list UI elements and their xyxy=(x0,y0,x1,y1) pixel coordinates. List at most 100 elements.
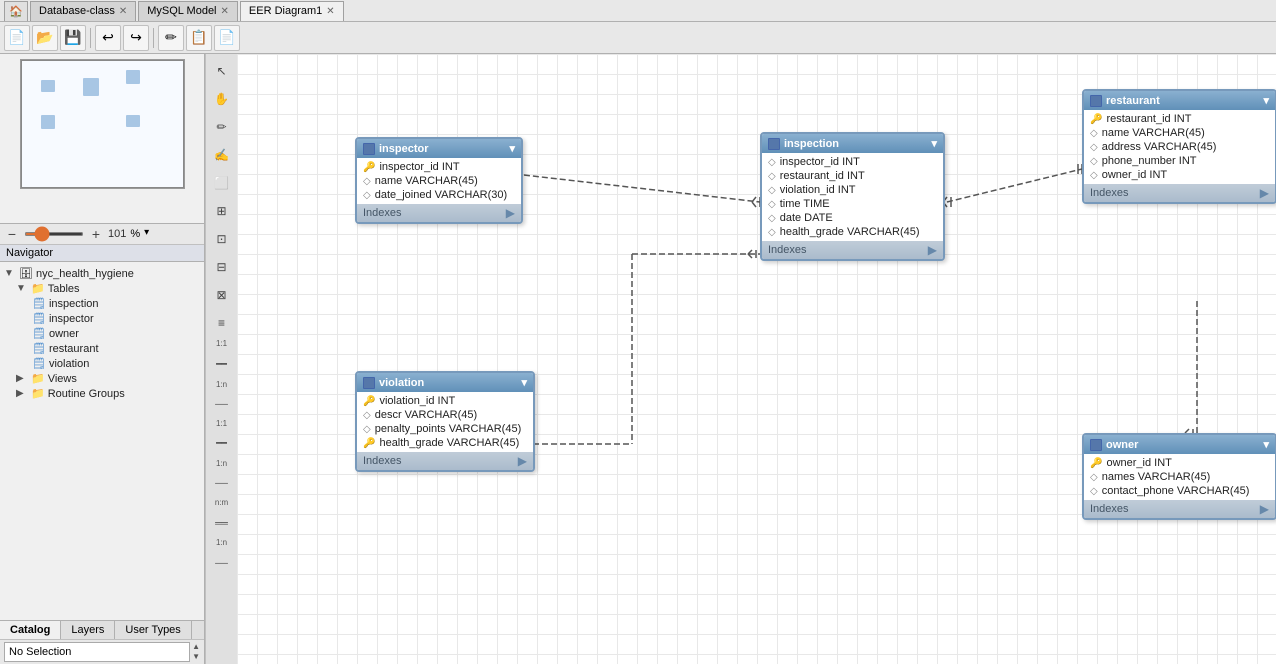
tab-mysql-model[interactable]: MySQL Model ✕ xyxy=(138,1,238,21)
table-footer-owner[interactable]: Indexes ▶ xyxy=(1084,500,1275,518)
tab-user-types[interactable]: User Types xyxy=(115,621,191,639)
tool-rel-1-1[interactable]: ━━ xyxy=(209,352,235,378)
tab-close-database-class[interactable]: ✕ xyxy=(119,6,127,17)
tree-toggle-tables[interactable]: ▼ xyxy=(16,283,28,295)
zoom-in-button[interactable]: + xyxy=(88,226,104,242)
table-violation[interactable]: violation ▾ 🔑 violation_id INT ◇ descr V… xyxy=(355,371,535,472)
footer-arrow-inspection[interactable]: ▶ xyxy=(928,243,937,257)
zoom-slider[interactable] xyxy=(24,232,84,236)
field-restaurant-phone: ◇ phone_number INT xyxy=(1084,154,1275,168)
footer-arrow-restaurant[interactable]: ▶ xyxy=(1260,186,1269,200)
tree-toggle-views[interactable]: ▶ xyxy=(16,373,28,385)
footer-label-owner: Indexes xyxy=(1090,503,1129,515)
table-footer-violation[interactable]: Indexes ▶ xyxy=(357,452,533,470)
navigator-preview xyxy=(20,59,185,189)
table-footer-restaurant[interactable]: Indexes ▶ xyxy=(1084,184,1275,202)
tool-image[interactable]: ≡ xyxy=(209,310,235,336)
rel-label-1-1-a: 1:1 xyxy=(216,338,227,350)
tool-view[interactable]: ⊞ xyxy=(209,198,235,224)
table-title-inspector: inspector xyxy=(379,143,429,155)
table-menu-inspector[interactable]: ▾ xyxy=(509,142,515,155)
tree-tables-folder[interactable]: ▼ 📁 Tables xyxy=(16,281,200,296)
table-owner[interactable]: owner ▾ 🔑 owner_id INT ◇ names VARCHAR(4… xyxy=(1082,433,1276,520)
tree-toggle-root[interactable]: ▼ xyxy=(4,268,16,280)
tree-toggle-routines[interactable]: ▶ xyxy=(16,388,28,400)
rel-label-1-1-b: 1:1 xyxy=(216,419,227,429)
table-body-owner: 🔑 owner_id INT ◇ names VARCHAR(45) ◇ con… xyxy=(1084,454,1275,500)
table-inspection[interactable]: inspection ▾ ◇ inspector_id INT ◇ restau… xyxy=(760,132,945,261)
tool-rel-1-n-b[interactable]: ── xyxy=(209,470,235,496)
tool-note[interactable]: ⊠ xyxy=(209,282,235,308)
tool-rel-n-m[interactable]: ══ xyxy=(209,510,235,536)
table-menu-inspection[interactable]: ▾ xyxy=(931,137,937,150)
tree-root[interactable]: ▼ 🗄 nyc_health_hygiene xyxy=(4,266,200,281)
redo-button[interactable]: ↪ xyxy=(123,25,149,51)
tab-eer-diagram[interactable]: EER Diagram1 ✕ xyxy=(240,1,344,21)
selection-input[interactable] xyxy=(4,642,190,662)
tool-table[interactable]: ⬜ xyxy=(209,170,235,196)
sel-arrow-down[interactable]: ▼ xyxy=(192,652,200,662)
diamond-icon-insp-inspector-id: ◇ xyxy=(768,157,776,168)
footer-arrow-violation[interactable]: ▶ xyxy=(518,454,527,468)
rel-label-n-m: n:m xyxy=(215,498,228,508)
key-icon-restaurant-id: 🔑 xyxy=(1090,114,1102,125)
tree-item-owner[interactable]: 🗒 owner xyxy=(32,326,200,341)
save-button[interactable]: 💾 xyxy=(60,25,86,51)
tree-views-folder[interactable]: ▶ 📁 Views xyxy=(16,371,200,386)
field-name-insp-inspector-id: inspector_id INT xyxy=(780,156,860,168)
tree-label-inspection: inspection xyxy=(49,298,99,310)
edit-button[interactable]: ✏ xyxy=(158,25,184,51)
tool-rel-1-1-b[interactable]: ━━ xyxy=(209,431,235,457)
zoom-unit: % xyxy=(130,228,140,240)
tab-layers[interactable]: Layers xyxy=(61,621,115,639)
tool-select[interactable]: ↖ xyxy=(209,58,235,84)
field-name-owner-id: owner_id INT xyxy=(1106,457,1171,469)
tree-item-inspection[interactable]: 🗒 inspection xyxy=(32,296,200,311)
rel-label-1-n-b: 1:n xyxy=(216,459,227,469)
tree-item-inspector[interactable]: 🗒 inspector xyxy=(32,311,200,326)
tab-home[interactable]: 🏠 xyxy=(4,1,28,21)
table-body-inspection: ◇ inspector_id INT ◇ restaurant_id INT ◇… xyxy=(762,153,943,241)
table-restaurant[interactable]: restaurant ▾ 🔑 restaurant_id INT ◇ name … xyxy=(1082,89,1276,204)
sel-arrow-up[interactable]: ▲ xyxy=(192,642,200,652)
canvas[interactable]: inspector ▾ 🔑 inspector_id INT ◇ name VA… xyxy=(237,54,1276,664)
tool-text[interactable]: ✍ xyxy=(209,142,235,168)
table-menu-restaurant[interactable]: ▾ xyxy=(1263,94,1269,107)
table-menu-violation[interactable]: ▾ xyxy=(521,376,527,389)
field-restaurant-owner-id: ◇ owner_id INT xyxy=(1084,168,1275,182)
tool-routine[interactable]: ⊡ xyxy=(209,226,235,252)
footer-arrow-inspector[interactable]: ▶ xyxy=(506,206,515,220)
navigator-tab[interactable]: Navigator xyxy=(0,245,204,262)
tab-database-class[interactable]: Database-class ✕ xyxy=(30,1,136,21)
tool-hand[interactable]: ✋ xyxy=(209,86,235,112)
folder-icon-tables: 📁 xyxy=(31,282,45,295)
tree-item-violation[interactable]: 🗒 violation xyxy=(32,356,200,371)
tab-catalog[interactable]: Catalog xyxy=(0,621,61,639)
rel-label-1-n-c: 1:n xyxy=(216,538,227,548)
tool-eraser[interactable]: ✏ xyxy=(209,114,235,140)
footer-arrow-owner[interactable]: ▶ xyxy=(1260,502,1269,516)
field-inspection-violation-id: ◇ violation_id INT xyxy=(762,183,943,197)
tree-area: ▼ 🗄 nyc_health_hygiene ▼ 📁 Tables 🗒 insp… xyxy=(0,262,204,620)
copy-button[interactable]: 📋 xyxy=(186,25,212,51)
table-menu-owner[interactable]: ▾ xyxy=(1263,438,1269,451)
zoom-dropdown[interactable]: ▾ xyxy=(144,227,158,241)
table-footer-inspection[interactable]: Indexes ▶ xyxy=(762,241,943,259)
open-button[interactable]: 📂 xyxy=(32,25,58,51)
paste-button[interactable]: 📄 xyxy=(214,25,240,51)
new-file-button[interactable]: 📄 xyxy=(4,25,30,51)
table-footer-inspector[interactable]: Indexes ▶ xyxy=(357,204,521,222)
undo-button[interactable]: ↩ xyxy=(95,25,121,51)
table-inspector[interactable]: inspector ▾ 🔑 inspector_id INT ◇ name VA… xyxy=(355,137,523,224)
tab-close-mysql-model[interactable]: ✕ xyxy=(221,6,229,17)
tool-layer[interactable]: ⊟ xyxy=(209,254,235,280)
key-icon-inspector-id: 🔑 xyxy=(363,162,375,173)
tool-rel-1-n[interactable]: ── xyxy=(209,391,235,417)
tool-rel-1-n-c[interactable]: ── xyxy=(209,550,235,576)
zoom-out-button[interactable]: − xyxy=(4,226,20,242)
tab-close-eer-diagram[interactable]: ✕ xyxy=(326,6,334,17)
tree-item-restaurant[interactable]: 🗒 restaurant xyxy=(32,341,200,356)
tree-routines-folder[interactable]: ▶ 📁 Routine Groups xyxy=(16,386,200,401)
table-header-left-violation: violation xyxy=(363,377,424,389)
tree-views-label: Views xyxy=(48,373,77,385)
